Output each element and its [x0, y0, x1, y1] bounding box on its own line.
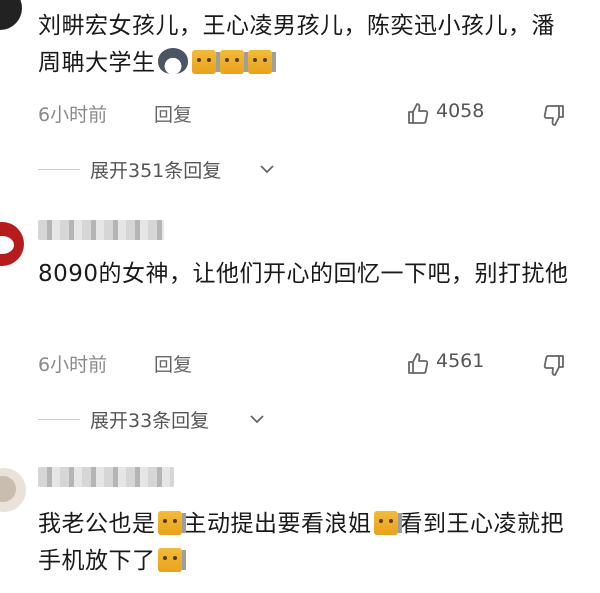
cat-emoji-icon — [191, 50, 220, 74]
thumbs-down-icon[interactable] — [542, 103, 566, 127]
comment-time: 6小时前 — [38, 354, 108, 376]
reply-button[interactable]: 回复 — [154, 350, 192, 377]
comment-thread: 刘畊宏女孩儿，王心凌男孩儿，陈奕迅小孩儿，潘周聃大学生 6小时前 回复 4058… — [0, 0, 600, 593]
comment-text-segment: 刘畊宏女孩儿，王心凌男孩儿，陈奕迅小孩儿，潘周聃大学生 — [38, 13, 555, 76]
reply-button[interactable]: 回复 — [154, 100, 192, 127]
husky-emoji-icon — [157, 48, 188, 74]
thumbs-up-icon[interactable] — [406, 352, 430, 376]
divider — [38, 169, 80, 170]
chevron-down-icon — [250, 415, 264, 424]
expand-replies-label: 展开351条回复 — [90, 160, 222, 182]
comment-meta: 6小时前 回复 4058 — [38, 100, 578, 128]
comment-time: 6小时前 — [38, 104, 108, 126]
comment-text: 刘畊宏女孩儿，王心凌男孩儿，陈奕迅小孩儿，潘周聃大学生 — [38, 8, 578, 82]
comment-text-segment: 我老公也是 — [38, 511, 156, 537]
cat-emoji-icon — [247, 50, 276, 74]
comment-text: 我老公也是 主动提出要看浪姐 看到王心凌就把手机放下了 — [38, 506, 578, 580]
like-count: 4561 — [436, 350, 485, 372]
avatar[interactable] — [0, 222, 24, 266]
avatar[interactable] — [0, 468, 26, 512]
thumbs-down-icon[interactable] — [542, 353, 566, 377]
comment-text-segment: 主动提出要看浪姐 — [183, 511, 372, 537]
comment-text: 8090的女神，让他们开心的回忆一下吧，别打扰他 — [38, 261, 569, 287]
avatar[interactable] — [0, 0, 22, 30]
username-blurred[interactable] — [38, 220, 164, 240]
cat-emoji-icon — [157, 548, 186, 572]
cat-emoji-icon — [219, 50, 248, 74]
like-count: 4058 — [436, 100, 485, 122]
username-blurred[interactable] — [38, 467, 174, 487]
cat-emoji-icon — [157, 511, 186, 535]
comment-meta: 6小时前 回复 4561 — [38, 350, 578, 378]
thumbs-up-icon[interactable] — [406, 102, 430, 126]
divider — [38, 419, 80, 420]
chevron-down-icon — [260, 165, 274, 174]
cat-emoji-icon — [373, 511, 402, 535]
expand-replies-label: 展开33条回复 — [90, 410, 210, 432]
